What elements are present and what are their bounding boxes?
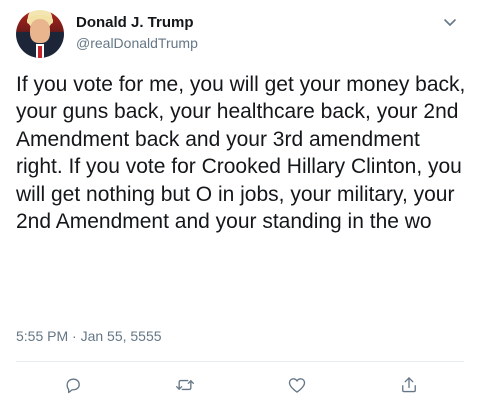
- author-handle[interactable]: @realDonaldTrump: [76, 35, 198, 51]
- share-icon[interactable]: [398, 374, 420, 396]
- author-name[interactable]: Donald J. Trump: [76, 14, 194, 31]
- divider: [16, 361, 464, 362]
- tweet-timestamp[interactable]: 5:55 PM · Jan 55, 5555: [16, 328, 162, 344]
- tweet-text: If you vote for me, you will get your mo…: [16, 73, 472, 234]
- chevron-down-icon[interactable]: [442, 16, 458, 28]
- retweet-icon[interactable]: [174, 374, 196, 396]
- heart-icon[interactable]: [286, 374, 308, 396]
- tweet-card: Donald J. Trump @realDonaldTrump If you …: [0, 0, 480, 410]
- action-bar: [0, 374, 480, 396]
- avatar[interactable]: [16, 10, 64, 58]
- reply-icon[interactable]: [62, 374, 84, 396]
